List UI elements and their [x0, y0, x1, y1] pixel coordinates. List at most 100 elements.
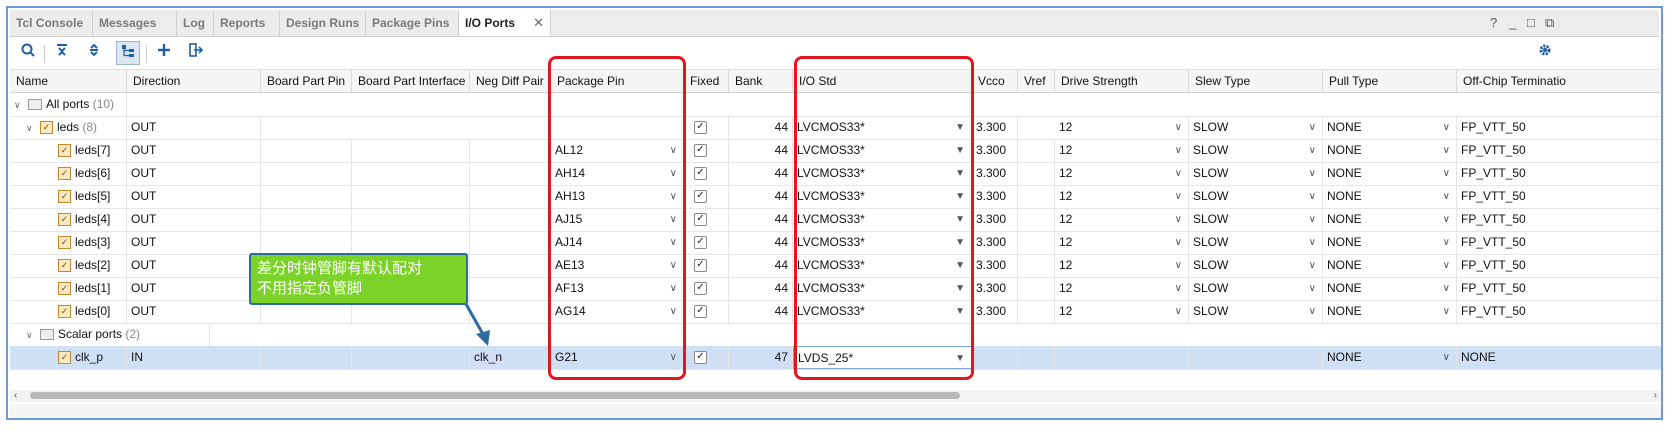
drive-strength-select[interactable]: 12 ∨	[1055, 139, 1189, 162]
off-chip-termination-cell[interactable]: FP_VTT_50	[1457, 139, 1661, 162]
package-pin-select[interactable]: AG14 ∨	[551, 300, 684, 323]
column-header[interactable]: Vcco	[972, 70, 1018, 92]
pull-type-select[interactable]: NONE ∨	[1323, 346, 1457, 369]
export-icon[interactable]	[184, 41, 208, 65]
drive-strength-select[interactable]: 12 ∨	[1055, 231, 1189, 254]
off-chip-termination-cell[interactable]: NONE	[1457, 346, 1661, 369]
table-row[interactable]: ✓ leds[6] OUT AH14 ∨ ✓ 44 LVCMOS33* ▼ 3.300 12 ∨ SLO…	[10, 162, 1661, 186]
column-header[interactable]: I/O Std	[793, 70, 972, 92]
pull-type-select[interactable]: NONE ∨	[1323, 139, 1457, 162]
slew-type-select[interactable]: SLOW ∨	[1189, 231, 1323, 254]
io-std-select[interactable]: LVDS_25* ▼	[793, 346, 972, 369]
fixed-cell[interactable]: ✓	[684, 346, 729, 369]
pull-type-select[interactable]: NONE ∨	[1323, 208, 1457, 231]
pull-type-select[interactable]: NONE ∨	[1323, 162, 1457, 185]
slew-type-select[interactable]: SLOW ∨	[1189, 185, 1323, 208]
off-chip-termination-cell[interactable]: FP_VTT_50	[1457, 231, 1661, 254]
tab-reports[interactable]: Reports	[214, 10, 280, 36]
io-std-select[interactable]: LVCMOS33* ▼	[793, 139, 972, 162]
package-pin-select[interactable]: AJ15 ∨	[551, 208, 684, 231]
slew-type-select[interactable]: SLOW ∨	[1189, 208, 1323, 231]
off-chip-termination-cell[interactable]: FP_VTT_50	[1457, 254, 1661, 277]
io-std-select[interactable]: LVCMOS33* ▼	[793, 208, 972, 231]
fixed-checkbox[interactable]: ✓	[694, 144, 707, 158]
pull-type-select[interactable]: NONE ∨	[1323, 185, 1457, 208]
maximize-icon[interactable]: □	[1527, 10, 1535, 36]
package-pin-select[interactable]: AH13 ∨	[551, 185, 684, 208]
column-header[interactable]: Package Pin	[551, 70, 684, 92]
io-std-select[interactable]: LVCMOS33* ▼	[793, 116, 972, 139]
pull-type-select[interactable]: NONE ∨	[1323, 254, 1457, 277]
off-chip-termination-cell[interactable]: FP_VTT_50	[1457, 208, 1661, 231]
slew-type-select[interactable]: SLOW ∨	[1189, 300, 1323, 323]
fixed-checkbox[interactable]: ✓	[694, 351, 707, 365]
column-header[interactable]: Name	[10, 70, 127, 92]
package-pin-select[interactable]: AE13 ∨	[551, 254, 684, 277]
search-icon[interactable]	[16, 41, 40, 65]
table-row[interactable]: ✓ leds[3] OUT AJ14 ∨ ✓ 44 LVCMOS33* ▼ 3.300 12 ∨ SLO…	[10, 231, 1661, 255]
pull-type-select[interactable]: NONE ∨	[1323, 116, 1457, 139]
column-header[interactable]: Direction	[127, 70, 261, 92]
fixed-cell[interactable]: ✓	[684, 277, 729, 300]
off-chip-termination-cell[interactable]: FP_VTT_50	[1457, 116, 1661, 139]
io-std-select[interactable]: LVCMOS33* ▼	[793, 162, 972, 185]
column-header[interactable]: Drive Strength	[1055, 70, 1189, 92]
drive-strength-select[interactable]: 12 ∨	[1055, 254, 1189, 277]
off-chip-termination-cell[interactable]: FP_VTT_50	[1457, 277, 1661, 300]
drive-strength-select[interactable]: 12 ∨	[1055, 300, 1189, 323]
group-by-interface-icon[interactable]	[116, 41, 140, 65]
package-pin-select[interactable]: AL12 ∨	[551, 139, 684, 162]
table-row-clk-p[interactable]: ✓ clk_p IN clk_n G21 ∨ ✓ 47 LVDS_25* ▼ NONE…	[10, 346, 1661, 370]
io-std-select[interactable]: LVCMOS33* ▼	[793, 277, 972, 300]
column-header[interactable]: Board Part Interface	[352, 70, 470, 92]
fixed-cell[interactable]: ✓	[684, 116, 729, 139]
fixed-checkbox[interactable]: ✓	[694, 282, 707, 296]
chevron-down-icon[interactable]: ∨	[14, 94, 24, 116]
off-chip-termination-cell[interactable]: FP_VTT_50	[1457, 185, 1661, 208]
slew-type-select[interactable]: SLOW ∨	[1189, 254, 1323, 277]
off-chip-termination-cell[interactable]: FP_VTT_50	[1457, 300, 1661, 323]
io-std-select[interactable]: LVCMOS33* ▼	[793, 185, 972, 208]
pull-type-select[interactable]: NONE ∨	[1323, 231, 1457, 254]
drive-strength-select[interactable]: 12 ∨	[1055, 185, 1189, 208]
collapse-all-icon[interactable]	[50, 41, 74, 65]
tab-package-pins[interactable]: Package Pins	[366, 10, 459, 36]
fixed-checkbox[interactable]: ✓	[694, 121, 707, 135]
gear-icon[interactable]	[1533, 41, 1557, 65]
horizontal-scrollbar[interactable]: ‹ ›	[10, 390, 1661, 402]
drive-strength-select[interactable]: 12 ∨	[1055, 162, 1189, 185]
fixed-cell[interactable]: ✓	[684, 185, 729, 208]
table-row-all-ports[interactable]: ∨ All ports (10)	[10, 93, 1661, 117]
scroll-left-icon[interactable]: ‹	[14, 390, 17, 401]
close-tab-icon[interactable]: ✕	[533, 10, 544, 36]
column-header[interactable]: Pull Type	[1323, 70, 1457, 92]
fixed-checkbox[interactable]: ✓	[694, 305, 707, 319]
tab-log[interactable]: Log	[177, 10, 214, 36]
fixed-cell[interactable]: ✓	[684, 300, 729, 323]
table-row-scalar-ports[interactable]: ∨ Scalar ports (2)	[10, 323, 1661, 347]
fixed-cell[interactable]: ✓	[684, 254, 729, 277]
off-chip-termination-cell[interactable]: FP_VTT_50	[1457, 162, 1661, 185]
chevron-down-icon[interactable]: ∨	[26, 324, 36, 346]
table-row-leds[interactable]: ∨ ✓ leds (8) OUT ✓ 44 LVCMOS33* ▼ 3.300 12 ∨…	[10, 116, 1661, 140]
add-icon[interactable]	[152, 41, 176, 65]
drive-strength-select[interactable]: 12 ∨	[1055, 208, 1189, 231]
fixed-checkbox[interactable]: ✓	[694, 236, 707, 250]
table-row[interactable]: ✓ leds[4] OUT AJ15 ∨ ✓ 44 LVCMOS33* ▼ 3.300 12 ∨ SLO…	[10, 208, 1661, 232]
tab-messages[interactable]: Messages	[93, 10, 177, 36]
slew-type-select[interactable]: SLOW ∨	[1189, 139, 1323, 162]
fixed-cell[interactable]: ✓	[684, 208, 729, 231]
table-row[interactable]: ✓ leds[5] OUT AH13 ∨ ✓ 44 LVCMOS33* ▼ 3.300 12 ∨ SLO…	[10, 185, 1661, 209]
fixed-checkbox[interactable]: ✓	[694, 190, 707, 204]
pull-type-select[interactable]: NONE ∨	[1323, 300, 1457, 323]
fixed-checkbox[interactable]: ✓	[694, 213, 707, 227]
package-pin-select[interactable]: AF13 ∨	[551, 277, 684, 300]
scroll-right-icon[interactable]: ›	[1654, 390, 1657, 401]
io-std-select[interactable]: LVCMOS33* ▼	[793, 231, 972, 254]
help-icon[interactable]: ?	[1490, 10, 1497, 36]
tab-tcl-console[interactable]: Tcl Console	[10, 10, 93, 36]
column-header[interactable]: Fixed	[684, 70, 729, 92]
expand-all-icon[interactable]	[82, 41, 106, 65]
float-icon[interactable]: ⧉	[1545, 10, 1554, 36]
package-pin-select[interactable]: AH14 ∨	[551, 162, 684, 185]
